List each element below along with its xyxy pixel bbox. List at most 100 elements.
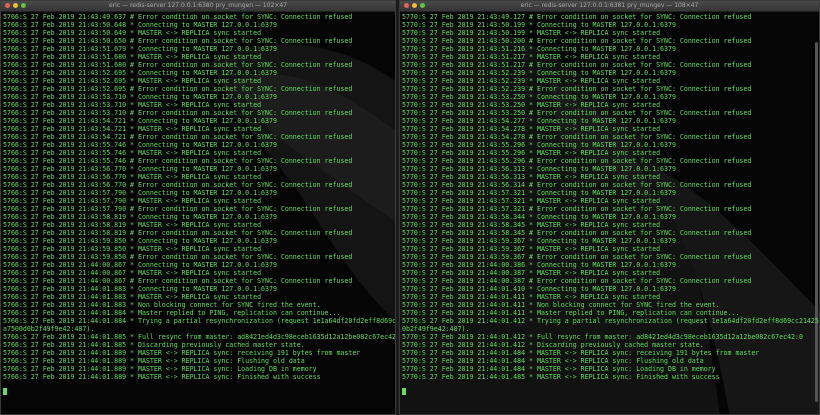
- log-line: 5766:S 27 Feb 2019 21:43:53.710 # Error …: [3, 109, 353, 117]
- log-line: 5766:S 27 Feb 2019 21:44:01.889 * MASTER…: [3, 357, 305, 365]
- log-line: 5770:S 27 Feb 2019 21:43:51.217 # Error …: [402, 61, 752, 69]
- log-line: 5766:S 27 Feb 2019 21:43:51.680 # Error …: [3, 61, 353, 69]
- log-line: 5770:S 27 Feb 2019 21:43:59.367 * MASTER…: [402, 245, 661, 253]
- log-line: 5766:S 27 Feb 2019 21:43:59.850 * Connec…: [3, 237, 277, 245]
- log-line: 5770:S 27 Feb 2019 21:44:01.411 * Non bl…: [402, 301, 720, 309]
- log-line: 5770:S 27 Feb 2019 21:44:01.485 * MASTER…: [402, 373, 720, 381]
- log-line: 5766:S 27 Feb 2019 21:43:50.649 * MASTER…: [3, 29, 262, 37]
- log-line: 5766:S 27 Feb 2019 21:43:54.721 # Error …: [3, 133, 353, 141]
- log-line: 5766:S 27 Feb 2019 21:43:53.710 * MASTER…: [3, 101, 262, 109]
- terminal-lines: 5766:S 27 Feb 2019 21:43:49.637 # Error …: [3, 13, 395, 381]
- log-line: 5766:S 27 Feb 2019 21:43:52.695 # Error …: [3, 85, 353, 93]
- terminal-output[interactable]: 5766:S 27 Feb 2019 21:43:49.637 # Error …: [1, 12, 395, 414]
- log-line: 5766:S 27 Feb 2019 21:43:57.790 * MASTER…: [3, 197, 262, 205]
- log-line: 5766:S 27 Feb 2019 21:44:01.885 * Full r…: [3, 333, 395, 341]
- log-line: 5766:S 27 Feb 2019 21:43:56.770 * Connec…: [3, 165, 277, 173]
- terminal-cursor: [3, 388, 7, 395]
- log-line: 5766:S 27 Feb 2019 21:43:51.679 * Connec…: [3, 45, 277, 53]
- log-line: 5770:S 27 Feb 2019 21:43:54.278 * MASTER…: [402, 125, 661, 133]
- log-line: 5770:S 27 Feb 2019 21:43:55.296 * MASTER…: [402, 149, 661, 157]
- log-line: 5770:S 27 Feb 2019 21:43:57.321 # Error …: [402, 205, 752, 213]
- log-line: 5766:S 27 Feb 2019 21:44:01.883 * MASTER…: [3, 293, 262, 301]
- log-line: 5770:S 27 Feb 2019 21:44:01.410 * Connec…: [402, 285, 676, 293]
- log-line: 5770:S 27 Feb 2019 21:44:00.387 # Error …: [402, 277, 752, 285]
- window-title: eric — redis-server 127.0.0.1:6380 pry_m…: [109, 2, 287, 9]
- log-line: 5766:S 27 Feb 2019 21:43:55.746 * MASTER…: [3, 149, 262, 157]
- log-line: 5770:S 27 Feb 2019 21:43:53.250 * Connec…: [402, 93, 676, 101]
- log-line: 0b2f49f9e42:407).: [402, 325, 470, 333]
- log-line: 5770:S 27 Feb 2019 21:43:52.239 # Error …: [402, 85, 752, 93]
- log-line: 5770:S 27 Feb 2019 21:44:00.386 * Connec…: [402, 261, 676, 269]
- log-line: 5770:S 27 Feb 2019 21:43:49.127 # Error …: [402, 13, 752, 21]
- log-line: 5770:S 27 Feb 2019 21:43:50.199 * MASTER…: [402, 29, 661, 37]
- log-line: 5770:S 27 Feb 2019 21:43:54.278 # Error …: [402, 133, 752, 141]
- log-line: 5766:S 27 Feb 2019 21:43:54.721 * Connec…: [3, 117, 277, 125]
- log-line: 5766:S 27 Feb 2019 21:43:50.648 * Connec…: [3, 21, 277, 29]
- log-line: 5766:S 27 Feb 2019 21:44:00.867 * Connec…: [3, 261, 277, 269]
- log-line: 5770:S 27 Feb 2019 21:44:01.484 * MASTER…: [402, 349, 760, 357]
- log-line: a7500d0b2f49f9e42:407).: [3, 325, 95, 333]
- log-line: 5766:S 27 Feb 2019 21:44:01.884 * Master…: [3, 309, 341, 317]
- log-line: 5766:S 27 Feb 2019 21:43:55.746 # Error …: [3, 157, 353, 165]
- log-line: 5770:S 27 Feb 2019 21:43:50.199 * Connec…: [402, 21, 676, 29]
- log-line: 5770:S 27 Feb 2019 21:44:01.411 * MASTER…: [402, 293, 661, 301]
- log-line: 5770:S 27 Feb 2019 21:44:01.412 * Trying…: [402, 317, 819, 325]
- log-line: 5766:S 27 Feb 2019 21:43:59.850 * MASTER…: [3, 245, 262, 253]
- log-line: 5770:S 27 Feb 2019 21:43:58.345 # Error …: [402, 229, 752, 237]
- log-line: 5766:S 27 Feb 2019 21:43:55.746 * Connec…: [3, 141, 277, 149]
- terminal-window-right[interactable]: eric — redis-server 127.0.0.1:6381 pry_m…: [399, 0, 820, 415]
- log-line: 5770:S 27 Feb 2019 21:43:52.239 * Connec…: [402, 69, 676, 77]
- window-title: eric — redis-server 127.0.0.1:6381 pry_m…: [520, 2, 699, 9]
- log-line: 5766:S 27 Feb 2019 21:43:59.850 # Error …: [3, 253, 353, 261]
- log-line: 5766:S 27 Feb 2019 21:43:49.637 # Error …: [3, 13, 353, 21]
- log-line: 5766:S 27 Feb 2019 21:44:01.885 * Discar…: [3, 341, 305, 349]
- log-line: 5770:S 27 Feb 2019 21:43:55.296 * Connec…: [402, 141, 676, 149]
- log-line: 5766:S 27 Feb 2019 21:43:51.680 * MASTER…: [3, 53, 262, 61]
- log-line: 5766:S 27 Feb 2019 21:43:50.650 # Error …: [3, 37, 353, 45]
- log-line: 5766:S 27 Feb 2019 21:44:01.889 * MASTER…: [3, 373, 321, 381]
- log-line: 5770:S 27 Feb 2019 21:43:58.344 * Connec…: [402, 213, 676, 221]
- terminal-cursor: [402, 388, 406, 395]
- log-line: 5766:S 27 Feb 2019 21:44:00.867 * MASTER…: [3, 269, 262, 277]
- log-line: 5770:S 27 Feb 2019 21:43:50.200 # Error …: [402, 37, 752, 45]
- terminal-output[interactable]: 5770:S 27 Feb 2019 21:43:49.127 # Error …: [400, 12, 819, 414]
- log-line: 5770:S 27 Feb 2019 21:43:51.216 * Connec…: [402, 45, 676, 53]
- log-line: 5770:S 27 Feb 2019 21:43:57.321 * Connec…: [402, 189, 676, 197]
- log-line: 5766:S 27 Feb 2019 21:44:01.889 * MASTER…: [3, 365, 317, 373]
- log-line: 5770:S 27 Feb 2019 21:43:54.277 * Connec…: [402, 117, 676, 125]
- log-line: 5766:S 27 Feb 2019 21:43:58.819 * MASTER…: [3, 221, 262, 229]
- log-line: 5766:S 27 Feb 2019 21:44:01.883 * Connec…: [3, 285, 277, 293]
- log-line: 5770:S 27 Feb 2019 21:43:52.239 * MASTER…: [402, 77, 661, 85]
- log-line: 5766:S 27 Feb 2019 21:43:57.790 # Error …: [3, 205, 353, 213]
- log-line: 5766:S 27 Feb 2019 21:43:58.819 * Connec…: [3, 213, 277, 221]
- log-line: 5766:S 27 Feb 2019 21:43:52.695 * Connec…: [3, 69, 277, 77]
- log-line: 5770:S 27 Feb 2019 21:43:55.296 # Error …: [402, 157, 752, 165]
- log-line: 5766:S 27 Feb 2019 21:43:57.790 * Connec…: [3, 189, 277, 197]
- log-line: 5766:S 27 Feb 2019 21:44:01.884 * Trying…: [3, 317, 395, 325]
- terminal-lines: 5770:S 27 Feb 2019 21:43:49.127 # Error …: [402, 13, 819, 381]
- log-line: 5770:S 27 Feb 2019 21:43:56.313 * MASTER…: [402, 173, 661, 181]
- log-line: 5766:S 27 Feb 2019 21:43:54.721 * MASTER…: [3, 125, 262, 133]
- log-line: 5770:S 27 Feb 2019 21:44:01.412 * Full r…: [402, 333, 803, 341]
- terminal-window-left[interactable]: eric — redis-server 127.0.0.1:6380 pry_m…: [0, 0, 396, 415]
- window-titlebar[interactable]: eric — redis-server 127.0.0.1:6380 pry_m…: [1, 1, 395, 12]
- log-line: 5766:S 27 Feb 2019 21:44:01.889 * MASTER…: [3, 349, 361, 357]
- log-line: 5766:S 27 Feb 2019 21:43:58.819 # Error …: [3, 229, 353, 237]
- log-line: 5770:S 27 Feb 2019 21:43:53.250 # Error …: [402, 109, 752, 117]
- log-line: 5766:S 27 Feb 2019 21:43:56.770 * MASTER…: [3, 173, 262, 181]
- log-line: 5766:S 27 Feb 2019 21:44:01.883 * Non bl…: [3, 301, 321, 309]
- window-titlebar[interactable]: eric — redis-server 127.0.0.1:6381 pry_m…: [400, 1, 819, 12]
- log-line: 5770:S 27 Feb 2019 21:43:59.367 * Connec…: [402, 237, 676, 245]
- log-line: 5766:S 27 Feb 2019 21:43:53.710 * Connec…: [3, 93, 277, 101]
- log-line: 5770:S 27 Feb 2019 21:44:01.484 * MASTER…: [402, 357, 704, 365]
- log-line: 5766:S 27 Feb 2019 21:43:56.770 # Error …: [3, 181, 353, 189]
- log-line: 5770:S 27 Feb 2019 21:43:53.250 * MASTER…: [402, 101, 661, 109]
- log-line: 5770:S 27 Feb 2019 21:44:01.411 * Master…: [402, 309, 740, 317]
- log-line: 5770:S 27 Feb 2019 21:44:01.412 * Discar…: [402, 341, 704, 349]
- log-line: 5766:S 27 Feb 2019 21:44:00.867 # Error …: [3, 277, 353, 285]
- log-line: 5770:S 27 Feb 2019 21:43:51.217 * MASTER…: [402, 53, 661, 61]
- log-line: 5770:S 27 Feb 2019 21:43:58.345 * MASTER…: [402, 221, 661, 229]
- log-line: 5770:S 27 Feb 2019 21:44:00.387 * MASTER…: [402, 269, 661, 277]
- log-line: 5766:S 27 Feb 2019 21:43:52.695 * MASTER…: [3, 77, 262, 85]
- log-line: 5770:S 27 Feb 2019 21:43:56.313 * Connec…: [402, 165, 676, 173]
